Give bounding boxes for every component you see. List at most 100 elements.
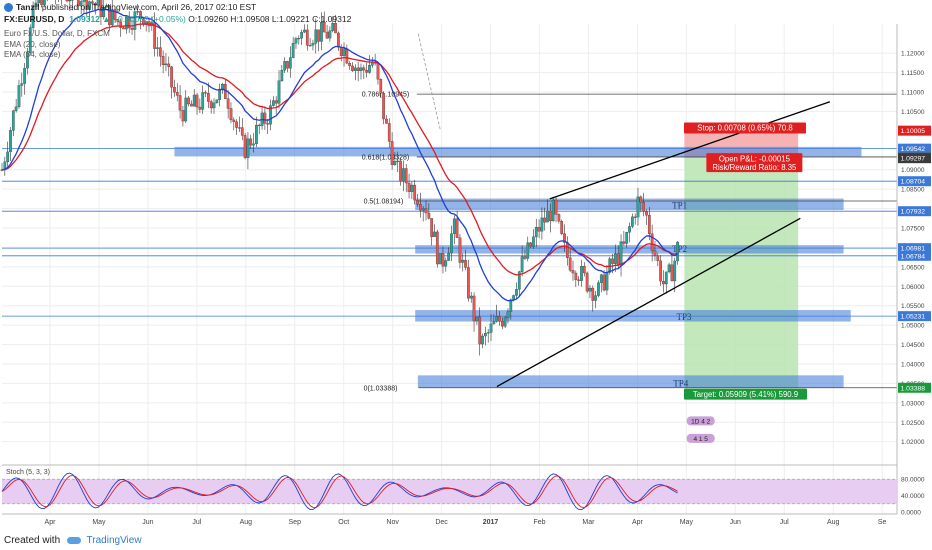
candle <box>478 316 482 345</box>
candle <box>427 212 431 219</box>
candle <box>198 106 202 110</box>
time-tick-11: Mar <box>582 519 595 526</box>
candle <box>639 196 643 203</box>
candle <box>156 47 159 49</box>
candle <box>430 218 434 237</box>
candle <box>599 274 603 283</box>
price-tag-1.09297: 1.09297 <box>898 153 931 164</box>
candle <box>512 295 515 300</box>
ohlc-values: O:1.09260 H:1.09508 L:1.09221 C:1.09312 <box>188 14 352 24</box>
price-tick-4: 1.09000 <box>901 167 925 174</box>
candle <box>339 47 343 56</box>
candle <box>255 124 258 145</box>
legend-ema20[interactable]: EMA (20, close) <box>4 40 60 49</box>
candle <box>628 226 631 233</box>
candle <box>379 79 383 94</box>
candle <box>158 47 162 57</box>
time-tick-16: Aug <box>827 519 840 526</box>
candle <box>645 211 648 216</box>
badge-text-2: 4 1 5 <box>693 436 708 443</box>
price-tag-1.05231: 1.05231 <box>898 311 931 322</box>
author-name[interactable]: Tanzil <box>16 2 39 12</box>
price-tick-9: 1.06500 <box>901 264 925 271</box>
time-tick-12: Apr <box>632 519 644 526</box>
candle <box>633 216 637 218</box>
chart-canvas[interactable]: TP1TP2TP3TP40.786(1.10945)0.618(1.09328)… <box>0 0 932 532</box>
candle <box>450 233 453 254</box>
candle <box>495 316 499 322</box>
stoch-tick-0: 80.0000 <box>901 477 925 484</box>
time-tick-0: Apr <box>45 519 57 526</box>
candle <box>192 94 196 107</box>
tradingview-brand[interactable]: TradingView <box>87 535 142 546</box>
symbol-line: FX:EURUSD, D 1.09312 ▲ +0.00052 (+0.05%)… <box>4 14 351 24</box>
candle <box>441 253 445 267</box>
fib-label-3: 0(1.03388) <box>364 385 398 392</box>
price-tick-12: 1.05000 <box>901 323 925 330</box>
candle <box>399 160 402 182</box>
candle <box>308 45 312 47</box>
candle <box>673 260 677 282</box>
candle <box>232 119 236 122</box>
candle <box>221 83 224 90</box>
time-tick-5: Sep <box>289 519 302 526</box>
created-with-text: Created with <box>4 535 61 546</box>
candle <box>557 214 561 222</box>
candle <box>500 321 504 327</box>
price-tick-14: 1.04000 <box>901 361 925 368</box>
candle <box>204 92 207 94</box>
candle <box>266 123 270 125</box>
time-tick-13: May <box>680 519 694 526</box>
candle <box>14 106 18 111</box>
zone-label-tp3: TP3 <box>676 312 692 322</box>
price-tag-1.06784: 1.06784 <box>898 250 931 261</box>
candle <box>17 85 21 108</box>
candle <box>385 118 388 124</box>
symbol-name[interactable]: FX:EURUSD, D <box>4 14 64 24</box>
stoch-label: Stoch (5, 3, 3) <box>6 469 50 476</box>
price-tag-1.07932: 1.07932 <box>898 206 931 217</box>
candle <box>588 287 592 292</box>
candle <box>667 264 671 273</box>
candle <box>402 168 405 182</box>
candle <box>195 94 199 108</box>
candle <box>565 242 569 258</box>
last-price: 1.09312 <box>69 14 100 24</box>
price-tag-text: 1.10005 <box>901 128 926 135</box>
candle <box>503 317 507 327</box>
candle <box>506 311 510 318</box>
legend-ema34[interactable]: EMA (34, close) <box>4 50 60 59</box>
badge-text-1: 1D 4 2 <box>691 418 711 425</box>
candle <box>218 88 222 100</box>
candle <box>574 272 578 280</box>
time-tick-9: 2017 <box>483 519 499 526</box>
candle <box>167 63 171 67</box>
time-tick-6: Oct <box>338 519 349 526</box>
candle <box>170 66 173 88</box>
zone-tp2 <box>415 245 844 254</box>
candle <box>594 295 597 301</box>
candle <box>523 256 527 259</box>
candle <box>263 112 267 124</box>
time-tick-15: Jul <box>780 519 789 526</box>
stoch-tick-2: 0.0000 <box>901 510 921 517</box>
candle <box>622 241 626 244</box>
price-tick-0: 1.12000 <box>901 51 925 58</box>
candle <box>413 184 417 201</box>
candle <box>362 67 366 71</box>
stop-label-text-0: Stop: 0.00708 (0.65%) 70.8 <box>697 124 792 133</box>
candle <box>187 97 190 105</box>
candle <box>421 208 425 211</box>
candle <box>382 93 385 120</box>
candle <box>486 332 490 334</box>
candle <box>368 65 371 73</box>
candle <box>636 196 640 218</box>
up-arrow-icon: ▲ <box>102 14 111 24</box>
price-tag-text: 1.06784 <box>901 253 926 260</box>
chart-header: Tanzil published on TradingView.com, Apr… <box>0 0 932 40</box>
candle <box>543 217 547 223</box>
candle <box>461 259 465 263</box>
tradingview-logo-icon <box>4 3 13 12</box>
candle <box>464 259 467 268</box>
candle <box>286 61 289 69</box>
